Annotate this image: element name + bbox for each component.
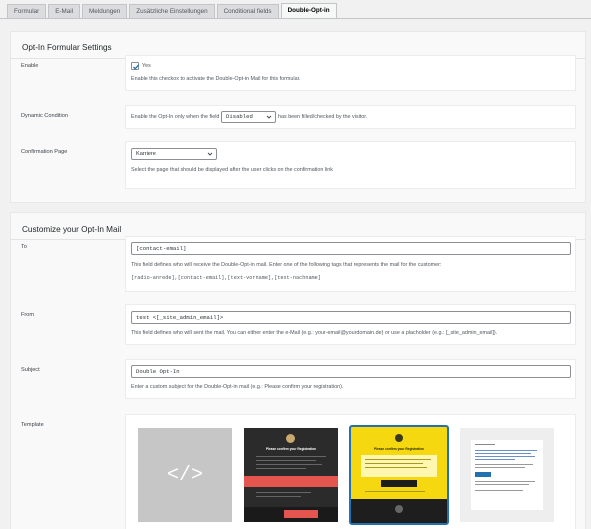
tab-bar: Formular E-Mail Meldungen Zusätzliche Ei… <box>7 2 337 19</box>
template-yellow[interactable]: Please confirm your Registration <box>349 425 449 525</box>
template-dark[interactable]: Please confirm your Registration <box>244 428 338 522</box>
enable-label: Enable <box>21 63 39 69</box>
subject-input[interactable]: Double Opt-In <box>131 365 571 378</box>
template-heading: Please confirm your Registration <box>266 447 316 451</box>
confirmation-page-description: Select the page that should be displayed… <box>131 167 333 173</box>
tab-conditional-fields[interactable]: Conditional fields <box>216 4 279 19</box>
dynamic-condition-value: Disabled <box>226 113 253 120</box>
confirmation-page-select[interactable]: Karriere <box>131 148 217 160</box>
dynamic-condition-select[interactable]: Disabled <box>221 111 276 123</box>
tab-double-opt-in[interactable]: Double-Opt-in <box>280 3 337 19</box>
enable-box <box>125 55 576 91</box>
from-label: From <box>21 312 35 318</box>
to-input[interactable]: [contact-email] <box>131 242 571 255</box>
logo-icon <box>395 434 403 442</box>
dynamic-condition-text-after: has been filled/checked by the visitor. <box>278 114 368 120</box>
tab-formular[interactable]: Formular <box>7 4 47 19</box>
enable-description: Enable this checkox to activate the Doub… <box>131 76 301 82</box>
template-heading: Please confirm your Registration <box>374 447 424 451</box>
subject-description: Enter a custom subject for the Double-Op… <box>131 384 344 390</box>
tab-divider <box>0 18 591 19</box>
to-label: To <box>21 244 27 250</box>
chevron-down-icon <box>207 152 213 156</box>
template-custom-code[interactable]: </> <box>138 428 232 522</box>
to-description: This field defines who will receive the … <box>131 262 442 268</box>
chevron-down-icon <box>266 115 272 119</box>
enable-checkbox-label: Yes <box>142 63 151 69</box>
confirmation-page-value: Karriere <box>136 151 156 157</box>
template-label: Template <box>21 422 44 428</box>
tab-meldungen[interactable]: Meldungen <box>82 4 128 19</box>
to-tags: [radio-anrede],[contact-email],[text-vor… <box>131 275 321 281</box>
from-input[interactable]: test <[_site_admin_email]> <box>131 311 571 324</box>
section-title: Customize your Opt-In Mail <box>22 225 122 234</box>
checkmark-icon <box>133 64 140 70</box>
code-icon: </> <box>166 463 203 487</box>
logo-icon <box>286 434 295 443</box>
tab-additional-settings[interactable]: Zusätzliche Einstellungen <box>129 4 215 19</box>
section-title: Opt-In Formular Settings <box>22 43 112 52</box>
template-light[interactable] <box>460 428 554 522</box>
tab-email[interactable]: E-Mail <box>48 4 81 19</box>
from-description: This field defines who will sent the mai… <box>131 330 498 336</box>
confirmation-page-label: Confirmation Page <box>21 149 68 155</box>
subject-label: Subject <box>21 367 40 373</box>
dynamic-condition-text-before: Enable the Opt-In only when the field <box>131 114 220 120</box>
dynamic-condition-label: Dynamic Condition <box>21 113 68 119</box>
confirm-button-preview <box>244 476 338 487</box>
enable-checkbox[interactable] <box>131 62 140 70</box>
